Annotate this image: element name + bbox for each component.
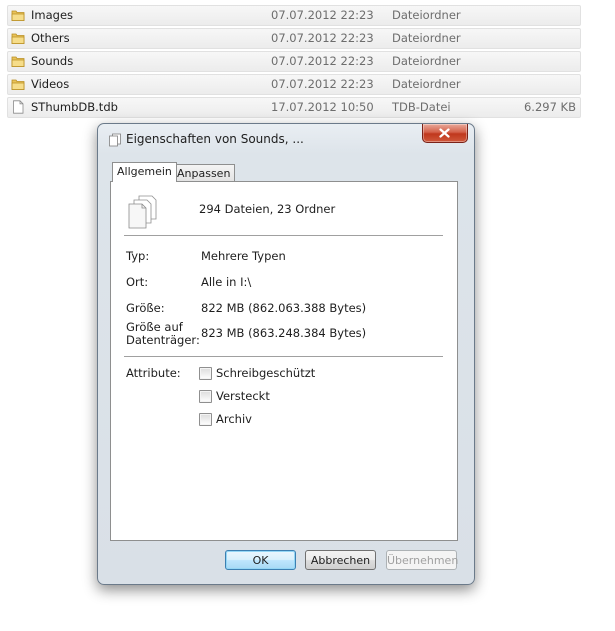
disk-size-label-line1: Größe auf: [126, 320, 183, 334]
properties-dialog: Eigenschaften von Sounds, ... Allgemein …: [97, 123, 475, 585]
readonly-checkbox-label[interactable]: Schreibgeschützt: [216, 366, 315, 380]
multiple-files-icon: [109, 133, 121, 147]
multiple-files-icon: [128, 195, 157, 229]
folder-icon: [11, 56, 25, 67]
close-icon: [439, 128, 450, 138]
file-size: 6.297 KB: [523, 100, 576, 114]
file-name: Images: [31, 8, 74, 22]
location-value: Alle in I:\: [201, 275, 252, 289]
hidden-checkbox-label[interactable]: Versteckt: [216, 389, 270, 403]
disk-size-label-line2: Datenträger:: [126, 333, 200, 347]
file-date: 07.07.2012 22:23: [271, 31, 374, 45]
file-row-images[interactable]: Images 07.07.2012 22:23 Dateiordner: [7, 5, 581, 26]
file-row-sounds[interactable]: Sounds 07.07.2012 22:23 Dateiordner: [7, 51, 581, 72]
close-button[interactable]: [422, 124, 468, 143]
file-name: Others: [31, 31, 70, 45]
readonly-checkbox[interactable]: [199, 367, 212, 380]
archive-checkbox[interactable]: [199, 413, 212, 426]
file-row-sthumbdb[interactable]: SThumbDB.tdb 17.07.2012 10:50 TDB-Datei …: [7, 97, 581, 118]
file-type: Dateiordner: [392, 54, 461, 68]
file-date: 07.07.2012 22:23: [271, 77, 374, 91]
file-name: Videos: [31, 77, 70, 91]
file-name: SThumbDB.tdb: [31, 100, 118, 114]
archive-checkbox-label[interactable]: Archiv: [216, 412, 252, 426]
disk-size-value: 823 MB (863.248.384 Bytes): [201, 326, 367, 340]
cancel-button[interactable]: Abbrechen: [305, 550, 376, 570]
file-name: Sounds: [31, 54, 74, 68]
folder-icon: [11, 79, 25, 90]
file-type: Dateiordner: [392, 8, 461, 22]
size-label: Größe:: [126, 301, 165, 315]
location-label: Ort:: [126, 275, 149, 289]
separator: [124, 235, 443, 237]
file-date: 07.07.2012 22:23: [271, 54, 374, 68]
tab-allgemein[interactable]: Allgemein: [112, 162, 177, 182]
file-row-videos[interactable]: Videos 07.07.2012 22:23 Dateiordner: [7, 74, 581, 95]
type-label: Typ:: [126, 249, 150, 263]
file-date: 17.07.2012 10:50: [271, 100, 374, 114]
apply-button[interactable]: Übernehmen: [386, 550, 458, 570]
file-type: Dateiordner: [392, 31, 461, 45]
file-type: TDB-Datei: [392, 100, 451, 114]
general-tab-panel: 294 Dateien, 23 Ordner Typ: Mehrere Type…: [110, 181, 458, 541]
file-list: Images 07.07.2012 22:23 Dateiordner Othe…: [7, 5, 581, 120]
selection-summary: 294 Dateien, 23 Ordner: [199, 202, 336, 216]
file-date: 07.07.2012 22:23: [271, 8, 374, 22]
file-icon: [13, 100, 24, 114]
type-value: Mehrere Typen: [201, 249, 286, 263]
folder-icon: [11, 10, 25, 21]
separator: [124, 356, 443, 358]
ok-button[interactable]: OK: [225, 550, 296, 570]
file-row-others[interactable]: Others 07.07.2012 22:23 Dateiordner: [7, 28, 581, 49]
file-type: Dateiordner: [392, 77, 461, 91]
attributes-label: Attribute:: [126, 366, 181, 380]
hidden-checkbox[interactable]: [199, 390, 212, 403]
size-value: 822 MB (862.063.388 Bytes): [201, 301, 367, 315]
tab-anpassen[interactable]: Anpassen: [172, 164, 236, 182]
folder-icon: [11, 33, 25, 44]
dialog-title: Eigenschaften von Sounds, ...: [126, 132, 304, 146]
